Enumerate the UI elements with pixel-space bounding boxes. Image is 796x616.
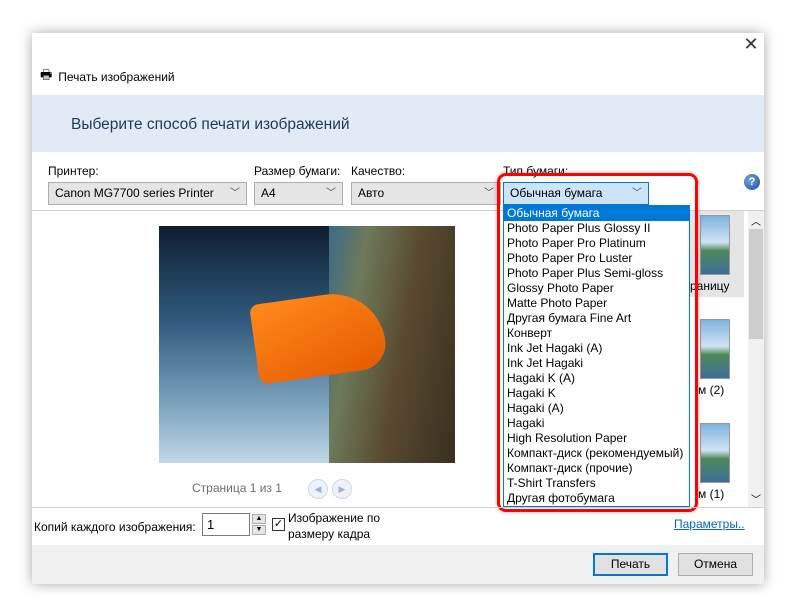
printer-value: Canon MG7700 series Printer	[55, 186, 214, 200]
layout-label: м (2)	[698, 383, 725, 397]
layout-thumbnail[interactable]	[700, 215, 730, 275]
print-button[interactable]: Печать	[593, 553, 668, 576]
paper-size-value: A4	[261, 186, 276, 200]
next-page-button[interactable]: ▶	[332, 479, 352, 499]
spin-down-button[interactable]: ▼	[252, 525, 266, 535]
scroll-thumb[interactable]	[749, 229, 763, 339]
header-band: Выберите способ печати изображений	[32, 95, 764, 152]
prev-page-button[interactable]: ◀	[308, 479, 328, 499]
title-bar: 🖶 Печать изображений	[40, 66, 175, 88]
page-heading: Выберите способ печати изображений	[71, 116, 350, 133]
print-pictures-dialog: ✕ 🖶 Печать изображений Выберите способ п…	[32, 33, 764, 584]
printer-icon: 🖶	[40, 67, 53, 82]
paper-size-select[interactable]: A4 ﹀	[254, 182, 343, 205]
page-indicator: Страница 1 из 1	[192, 481, 282, 495]
cancel-button[interactable]: Отмена	[678, 553, 753, 576]
window-title: Печать изображений	[58, 70, 175, 84]
quality-select[interactable]: Авто ﹀	[351, 182, 501, 205]
close-button[interactable]: ✕	[738, 33, 764, 55]
printer-select[interactable]: Canon MG7700 series Printer ﹀	[48, 182, 247, 205]
highlight-outline	[497, 173, 698, 512]
quality-value: Авто	[358, 186, 385, 200]
photo-preview	[159, 226, 455, 463]
layout-thumbnail[interactable]	[700, 423, 730, 483]
fit-label-line2: размеру кадра	[288, 527, 371, 541]
spin-up-button[interactable]: ▲	[252, 514, 266, 524]
layout-list[interactable]: раницу м (2) м (1)	[690, 211, 746, 507]
layout-label: м (1)	[698, 487, 725, 501]
divider	[32, 507, 764, 508]
chevron-down-icon: ﹀	[326, 188, 336, 199]
scroll-up-icon[interactable]: ︿	[751, 213, 761, 228]
copies-input[interactable]: 1	[202, 513, 250, 536]
copies-label: Копий каждого изображения:	[34, 520, 196, 534]
paper-size-label: Размер бумаги:	[254, 164, 341, 178]
fit-checkbox[interactable]: ✓	[272, 518, 285, 531]
quality-label: Качество:	[351, 164, 406, 178]
layout-scrollbar[interactable]: ︿ ﹀	[748, 211, 764, 507]
fit-label-line1: Изображение по	[288, 511, 381, 525]
options-link[interactable]: Параметры..	[674, 517, 745, 531]
help-icon[interactable]: ?	[744, 174, 760, 190]
scroll-down-icon[interactable]: ﹀	[751, 491, 761, 506]
chevron-down-icon: ﹀	[230, 188, 240, 199]
dress-image	[249, 287, 389, 385]
printer-label: Принтер:	[48, 164, 99, 178]
layout-thumbnail[interactable]	[700, 319, 730, 379]
chevron-down-icon: ﹀	[484, 188, 494, 199]
